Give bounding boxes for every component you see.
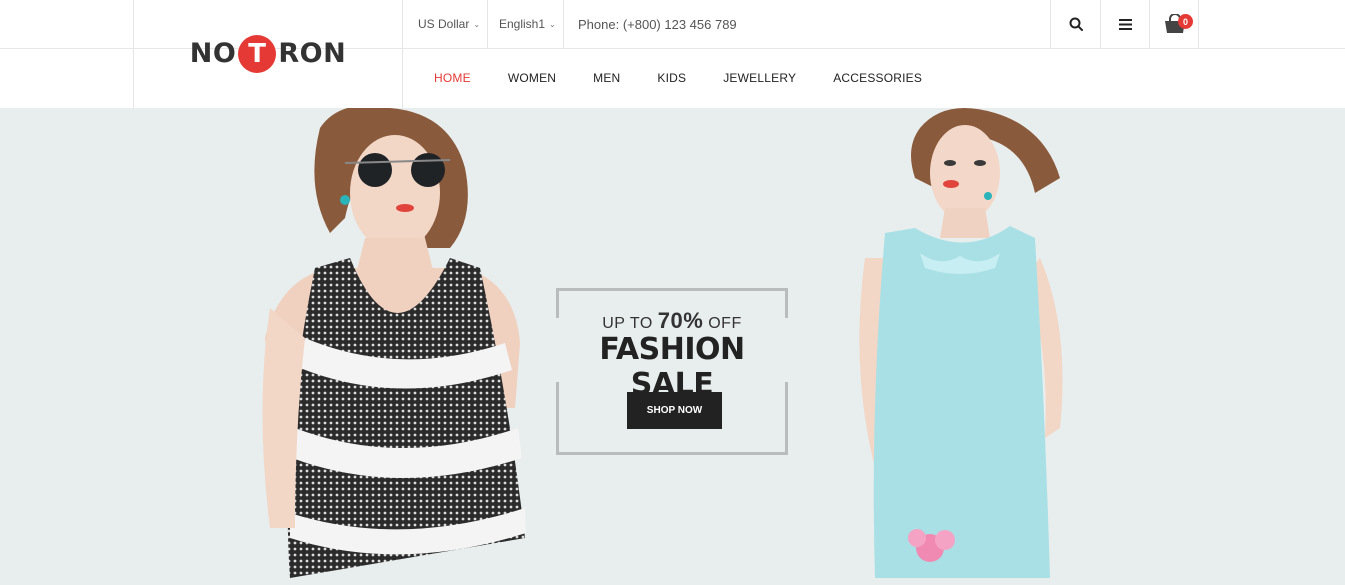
hero-model-left-image	[262, 108, 526, 578]
shop-now-button[interactable]: SHOP NOW	[627, 392, 722, 429]
sale-subtitle: UP TO 70% OFF	[556, 308, 788, 334]
site-header: NO T RON US Dollar ⌄ English1 ⌄ Phone: (…	[0, 0, 1345, 108]
search-button[interactable]	[1051, 0, 1101, 48]
chevron-down-icon: ⌄	[473, 19, 481, 29]
cart-button[interactable]: 0	[1150, 0, 1200, 48]
sale-prefix: UP TO	[602, 315, 653, 332]
logo-text: NO T RON	[189, 34, 347, 73]
main-nav: HOME WOMEN MEN KIDS JEWELLERY ACCESSORIE…	[403, 49, 959, 107]
logo-part: NO	[189, 38, 237, 69]
nav-item-women[interactable]: WOMEN	[508, 71, 556, 85]
hero-slider: UP TO 70% OFF FASHION SALE SHOP NOW	[0, 108, 1345, 585]
hero-model-right-image	[859, 108, 1063, 578]
nav-item-kids[interactable]: KIDS	[657, 71, 686, 85]
divider	[487, 0, 488, 48]
language-dropdown[interactable]: English1 ⌄	[499, 0, 556, 48]
nav-item-home[interactable]: HOME	[434, 71, 471, 85]
search-icon	[1069, 17, 1083, 31]
logo-circle: T	[238, 34, 277, 73]
menu-icon	[1118, 18, 1132, 30]
currency-dropdown[interactable]: US Dollar ⌄	[418, 0, 480, 48]
menu-button[interactable]	[1100, 0, 1150, 48]
site-logo[interactable]: NO T RON	[134, 0, 402, 107]
nav-item-jewellery[interactable]: JEWELLERY	[723, 71, 796, 85]
language-label: English1	[499, 17, 546, 31]
divider	[563, 0, 564, 48]
sale-banner: UP TO 70% OFF FASHION SALE SHOP NOW	[553, 288, 791, 455]
phone-text: Phone: (+800) 123 456 789	[578, 16, 737, 32]
currency-label: US Dollar	[418, 17, 470, 31]
sale-suffix: OFF	[708, 315, 742, 332]
nav-item-men[interactable]: MEN	[593, 71, 620, 85]
sale-percent: 70%	[657, 308, 704, 333]
logo-part: RON	[278, 38, 347, 69]
nav-item-accessories[interactable]: ACCESSORIES	[833, 71, 922, 85]
cart-count-badge: 0	[1178, 14, 1193, 29]
chevron-down-icon: ⌄	[549, 19, 556, 29]
